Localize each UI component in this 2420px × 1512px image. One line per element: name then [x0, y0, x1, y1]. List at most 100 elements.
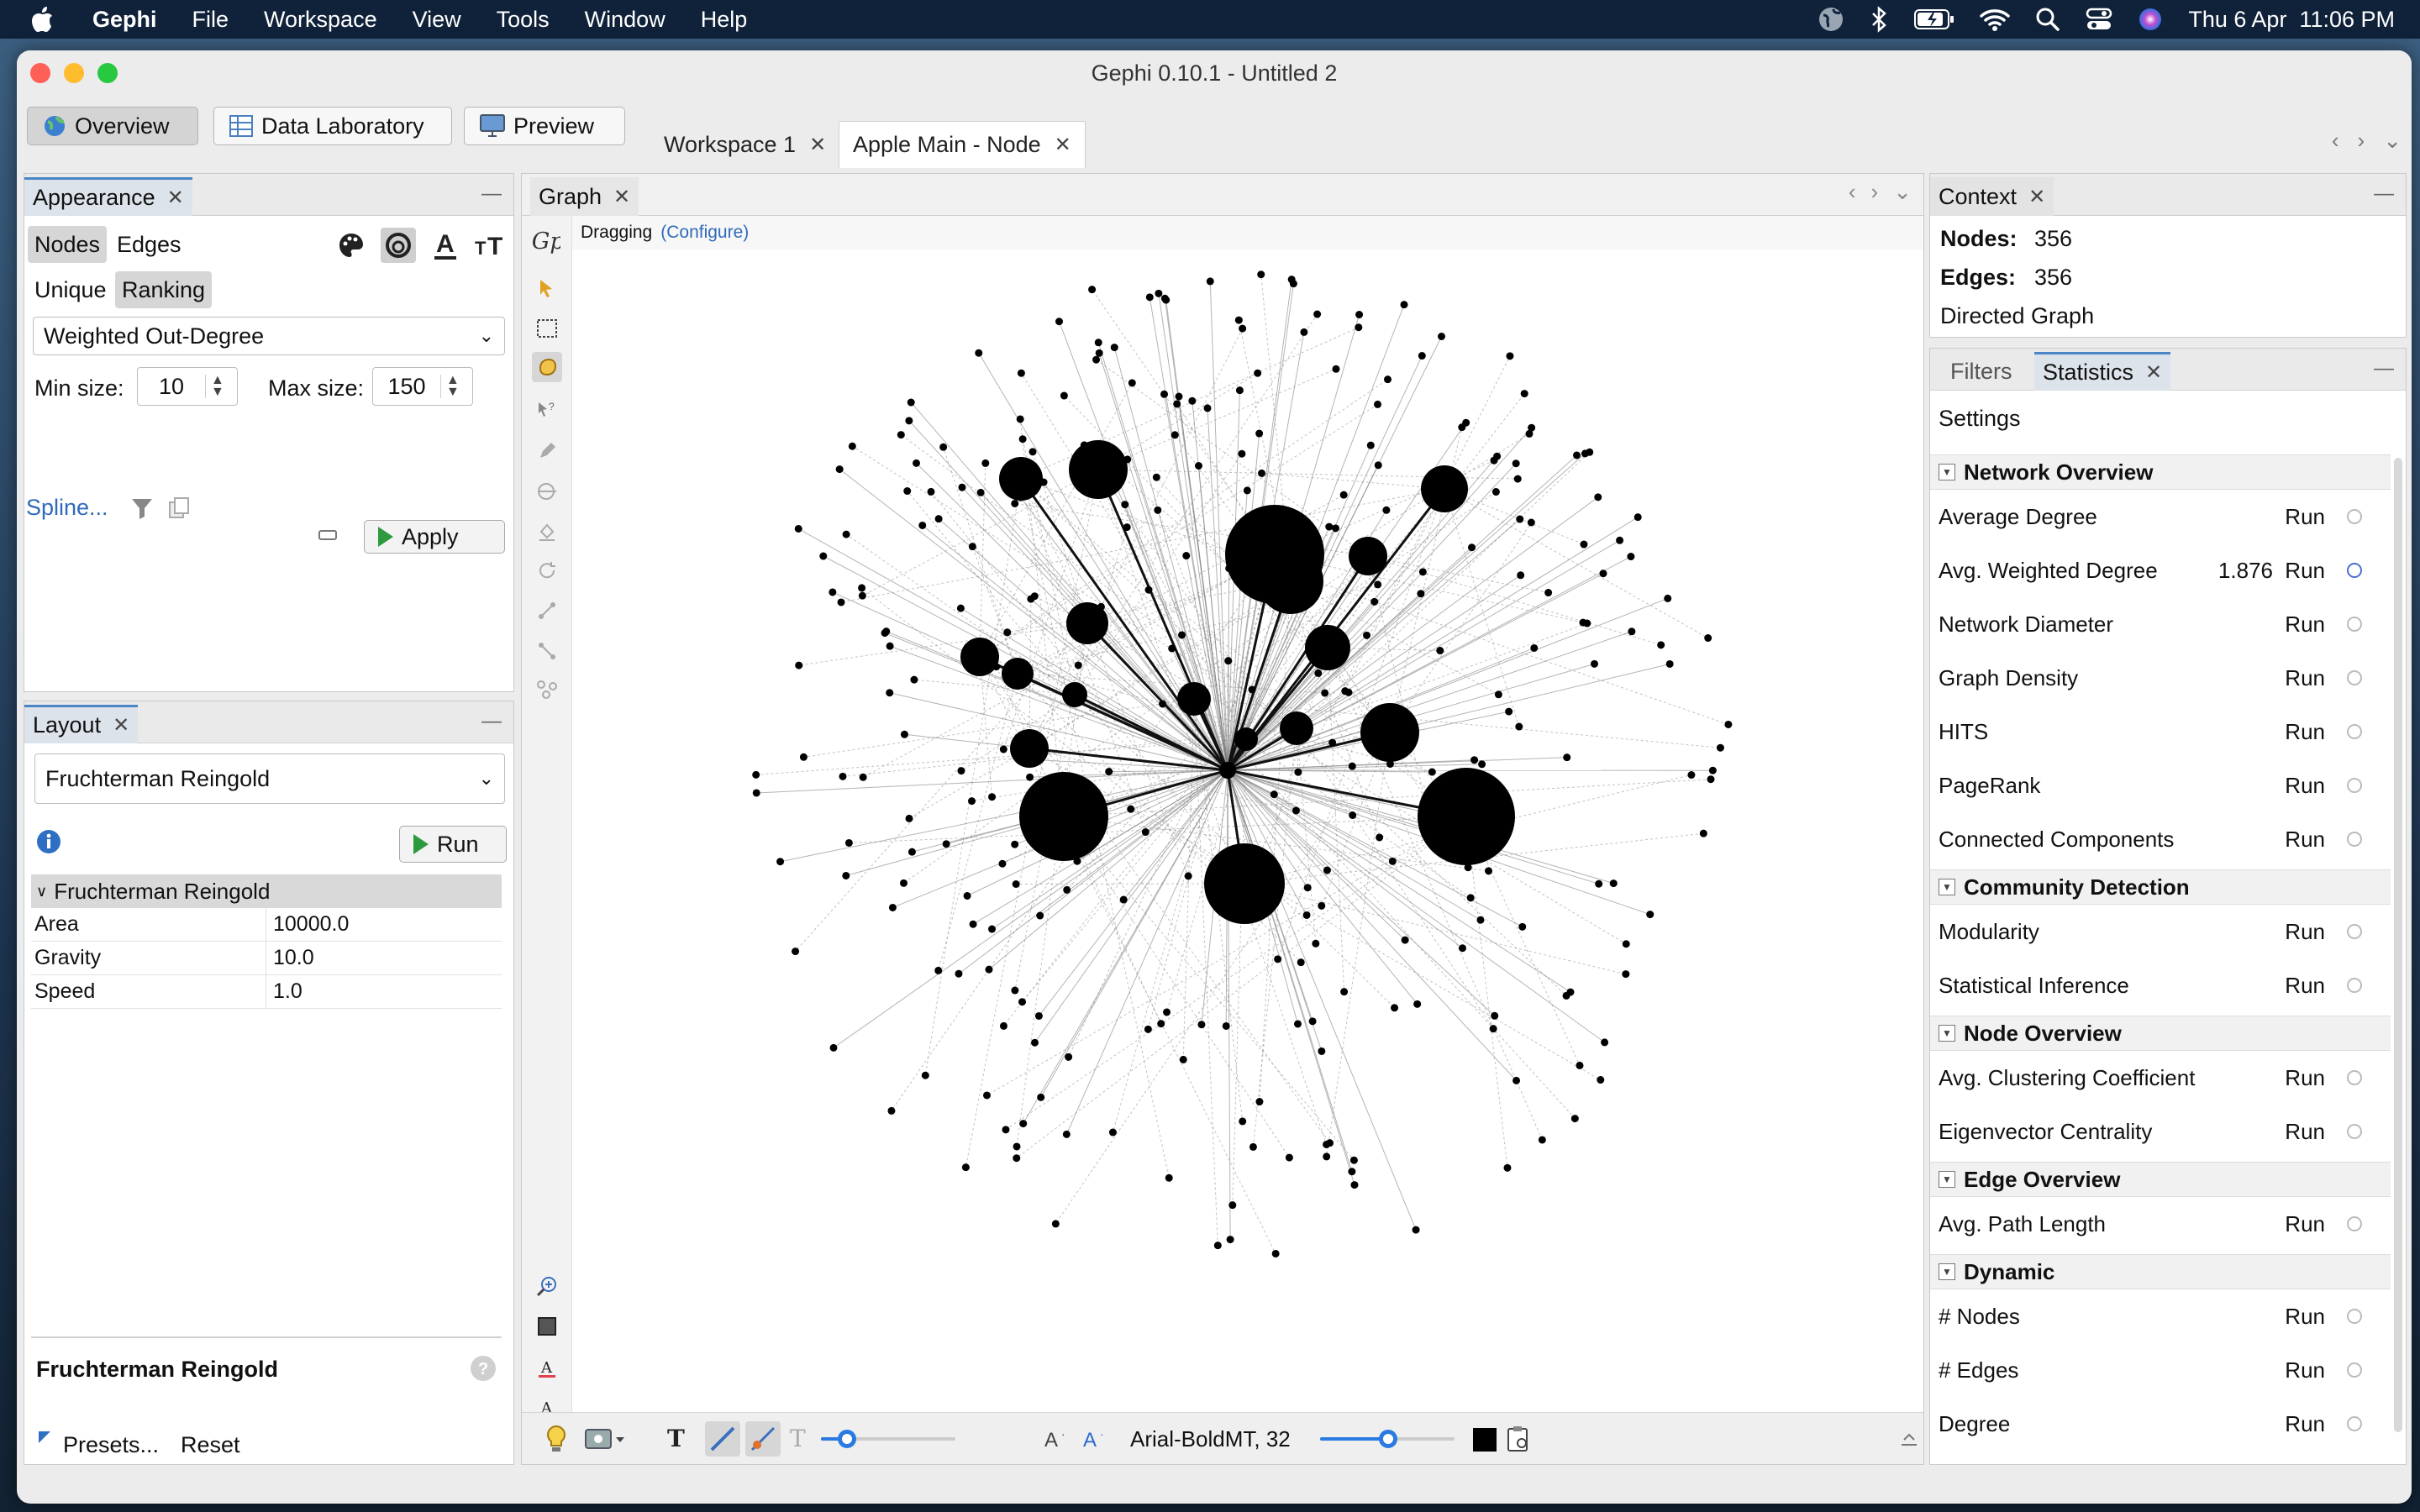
graph-node[interactable] — [1145, 293, 1154, 302]
stepper-arrows-icon[interactable]: ▲ ▼ — [440, 374, 460, 399]
light-bulb-icon[interactable] — [545, 1425, 567, 1453]
graph-node[interactable] — [1704, 634, 1712, 643]
graph-node[interactable] — [1360, 703, 1419, 762]
graph-node[interactable] — [1599, 570, 1607, 578]
graph-node[interactable] — [1590, 659, 1598, 668]
graph-node[interactable] — [1544, 589, 1553, 597]
siri-icon[interactable] — [2138, 7, 2163, 32]
statistic-info-icon[interactable] — [2347, 1309, 2362, 1324]
graph-node[interactable] — [1485, 867, 1493, 875]
graph-node[interactable] — [1576, 1061, 1584, 1069]
graph-node[interactable] — [998, 859, 1007, 868]
size-icon[interactable] — [381, 228, 416, 263]
graph-node[interactable] — [1249, 1142, 1257, 1151]
edge-color-toggle[interactable] — [745, 1421, 781, 1457]
graph-node[interactable] — [1478, 760, 1486, 769]
graph-node[interactable] — [1724, 720, 1733, 728]
overview-mode-button[interactable]: Overview — [27, 107, 198, 145]
graph-node[interactable] — [1513, 475, 1522, 483]
graph-node[interactable] — [1355, 323, 1363, 332]
graph-node[interactable] — [1203, 404, 1212, 412]
graph-node[interactable] — [913, 459, 921, 467]
graph-node[interactable] — [1348, 1168, 1356, 1176]
statistic-info-icon[interactable] — [2347, 509, 2362, 524]
run-statistic-button[interactable]: Run — [2285, 1357, 2325, 1383]
graph-node[interactable] — [1388, 857, 1397, 865]
close-icon[interactable]: ✕ — [167, 186, 184, 210]
graph-node[interactable] — [1314, 669, 1323, 677]
menu-window[interactable]: Window — [585, 7, 666, 33]
label-font-button[interactable]: Arial-BoldMT, 32 — [1130, 1426, 1291, 1452]
graph-node[interactable] — [1373, 400, 1381, 408]
graph-node[interactable] — [1349, 811, 1357, 819]
graph-node[interactable] — [1580, 540, 1588, 549]
graph-node[interactable] — [1493, 452, 1502, 460]
graph-node[interactable] — [1400, 301, 1408, 309]
graph-node[interactable] — [1228, 1201, 1237, 1210]
graph-node[interactable] — [1512, 1076, 1521, 1084]
spotlight-search-icon[interactable] — [2035, 7, 2060, 32]
graph-node[interactable] — [1152, 473, 1160, 481]
statistic-info-icon[interactable] — [2347, 724, 2362, 739]
close-icon[interactable]: ✕ — [2028, 185, 2045, 209]
graph-node[interactable] — [1382, 506, 1391, 514]
font-decrease-icon[interactable]: A · — [1043, 1425, 1071, 1452]
graph-node[interactable] — [934, 966, 943, 974]
graph-node[interactable] — [1325, 522, 1334, 531]
graph-node[interactable] — [1350, 1181, 1359, 1189]
graph-node[interactable] — [844, 838, 853, 847]
graph-node[interactable] — [1428, 768, 1436, 776]
graph-node[interactable] — [1234, 727, 1258, 751]
graph-node[interactable] — [1384, 375, 1392, 384]
graph-node[interactable] — [1127, 805, 1135, 813]
graph-node[interactable] — [1466, 894, 1475, 902]
graph-node[interactable] — [1018, 435, 1027, 444]
graph-node[interactable] — [1062, 682, 1087, 707]
graph-node[interactable] — [903, 487, 912, 496]
graph-node[interactable] — [1413, 1000, 1422, 1008]
minimize-panel-icon[interactable]: — — [481, 182, 502, 206]
text-size-icon[interactable]: T — [787, 1425, 813, 1452]
graph-node[interactable] — [910, 675, 918, 684]
graph-node[interactable] — [1235, 386, 1244, 395]
graph-node[interactable] — [1248, 685, 1256, 694]
graph-node[interactable] — [1121, 501, 1129, 509]
graph-node[interactable] — [792, 948, 800, 956]
graph-node[interactable] — [1188, 396, 1197, 405]
graph-node[interactable] — [1657, 641, 1665, 649]
graph-node[interactable] — [1438, 332, 1446, 340]
graph-node[interactable] — [939, 443, 948, 451]
property-value[interactable]: 1.0 — [266, 979, 302, 1004]
graph-node[interactable] — [1418, 568, 1427, 576]
battery-icon[interactable] — [1914, 8, 1954, 30]
graph-node[interactable] — [1292, 806, 1300, 815]
help-icon[interactable]: ? — [470, 1355, 497, 1382]
graph-node[interactable] — [1583, 619, 1591, 627]
statistics-section-header[interactable]: ▼ Community Detection — [1930, 869, 2391, 905]
statistic-info-icon[interactable] — [2347, 1124, 2362, 1139]
graph-node[interactable] — [1326, 1139, 1334, 1147]
graph-node[interactable] — [1030, 1038, 1039, 1047]
graph-node[interactable] — [1348, 762, 1356, 770]
run-statistic-button[interactable]: Run — [2285, 504, 2325, 530]
node-pencil-icon[interactable] — [532, 436, 562, 466]
bluetooth-icon[interactable] — [1870, 5, 1889, 34]
graph-node[interactable] — [905, 814, 913, 822]
graph-node[interactable] — [1194, 462, 1202, 470]
graph-node[interactable] — [1391, 1004, 1399, 1012]
graph-node[interactable] — [1063, 885, 1071, 894]
graph-node[interactable] — [1595, 879, 1603, 888]
close-icon[interactable]: ✕ — [1055, 133, 1071, 157]
label-size-icon[interactable]: TT — [475, 231, 505, 260]
graph-node[interactable] — [1258, 469, 1266, 477]
graph-node[interactable] — [842, 530, 850, 538]
layout-properties-group[interactable]: ∨ Fruchterman Reingold — [31, 874, 502, 908]
graph-node[interactable] — [1034, 1011, 1043, 1020]
graph-node[interactable] — [1318, 1047, 1326, 1055]
graph-node[interactable] — [1157, 1020, 1165, 1028]
graph-node[interactable] — [1254, 369, 1262, 377]
ranking-mode-tab[interactable]: Ranking — [115, 271, 213, 308]
collapse-icon[interactable]: ▼ — [1939, 1263, 1955, 1280]
globe-icon[interactable] — [1817, 5, 1845, 34]
graph-node[interactable] — [1013, 1154, 1021, 1163]
